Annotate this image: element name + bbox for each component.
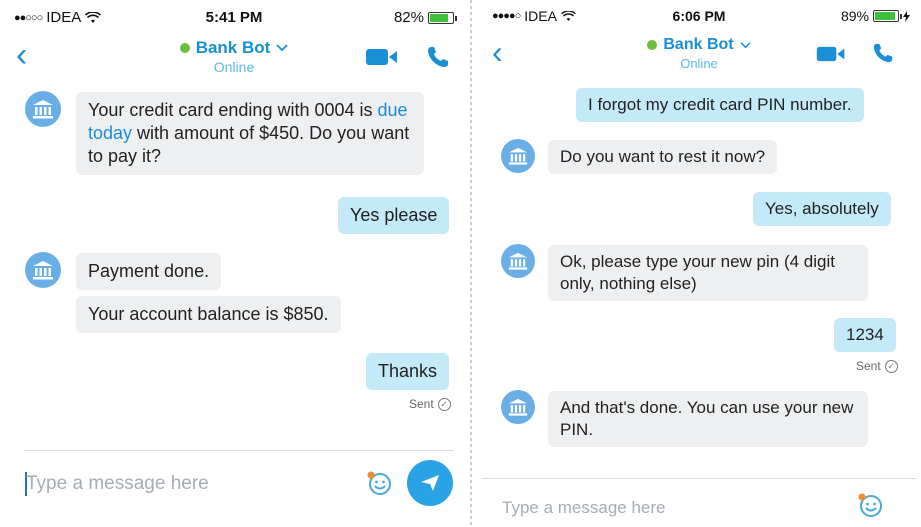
user-message-bubble: 1234 xyxy=(834,318,896,352)
message-text: Thanks xyxy=(378,361,438,381)
video-call-icon[interactable] xyxy=(816,46,846,62)
message-text: I forgot my credit card PIN number. xyxy=(588,95,852,114)
message-text: Ok, please type your new pin (4 digit on… xyxy=(560,252,835,293)
chat-title[interactable]: Bank Bot xyxy=(179,38,289,58)
bot-message-bubble: Your credit card ending with 0004 is due… xyxy=(76,92,424,175)
chat-header: ‹ Bank Bot Online xyxy=(482,30,916,80)
battery-fill xyxy=(875,12,895,20)
voice-call-icon[interactable] xyxy=(426,45,450,69)
message-text: Payment done. xyxy=(88,261,210,281)
battery-icon xyxy=(428,11,457,24)
send-arrow-icon xyxy=(421,475,439,491)
status-bar: ●●○○○ IDEA 5:41 PM 82% xyxy=(4,0,464,34)
bank-bot-avatar xyxy=(501,139,535,173)
check-circle-icon: ✓ xyxy=(884,359,898,373)
sent-label: Sent xyxy=(856,359,881,373)
bank-bot-avatar xyxy=(25,252,61,288)
bank-icon xyxy=(33,100,53,119)
chat-title[interactable]: Bank Bot xyxy=(647,36,751,54)
video-call-icon[interactable] xyxy=(366,48,398,66)
bot-name: Bank Bot xyxy=(195,38,271,57)
sent-status: Sent ✓ xyxy=(856,359,898,373)
message-text: And that's done. You can use your new PI… xyxy=(560,398,854,439)
bank-bot-avatar xyxy=(501,390,535,424)
sent-status: Sent ✓ xyxy=(409,397,451,411)
emoji-icon[interactable] xyxy=(366,470,392,496)
user-message-bubble: I forgot my credit card PIN number. xyxy=(576,88,864,122)
left-phone-screen: ●●○○○ IDEA 5:41 PM 82% ‹ Bank Bot Online… xyxy=(4,0,464,527)
bot-message-bubble: Your account balance is $850. xyxy=(76,296,341,333)
message-text: 1234 xyxy=(846,325,884,344)
right-phone-screen: ●●●●○ IDEA 6:06 PM 89% ‹ Bank Bot Online… xyxy=(482,0,916,527)
voice-call-icon[interactable] xyxy=(872,42,894,64)
message-text: Do you want to rest it now? xyxy=(560,147,766,166)
battery-percent: 82% xyxy=(393,9,424,26)
bot-message-bubble: Do you want to rest it now? xyxy=(548,140,778,174)
message-text: Yes please xyxy=(350,205,438,225)
bank-icon xyxy=(33,261,53,280)
bank-icon xyxy=(508,398,528,416)
chevron-down-icon xyxy=(276,44,288,52)
online-status-dot xyxy=(179,43,190,53)
message-text: Your account balance is $850. xyxy=(88,304,329,324)
message-text: Yes, absolutely xyxy=(765,199,879,218)
charging-bolt-icon xyxy=(903,10,910,22)
sent-label: Sent xyxy=(409,397,434,411)
status-bar: ●●●●○ IDEA 6:06 PM 89% xyxy=(482,0,916,30)
user-message-bubble: Yes please xyxy=(338,197,450,234)
user-message-bubble: Thanks xyxy=(366,353,450,390)
user-message-bubble: Yes, absolutely xyxy=(753,192,891,226)
message-input[interactable] xyxy=(502,495,802,521)
compose-divider xyxy=(482,478,916,479)
bot-name: Bank Bot xyxy=(663,36,734,53)
check-circle-icon: ✓ xyxy=(437,397,451,411)
message-text: with amount of $450. Do you want to pay … xyxy=(88,123,410,166)
battery-status: 82% xyxy=(393,9,457,26)
battery-fill xyxy=(430,13,449,22)
battery-percent: 89% xyxy=(840,8,869,24)
bank-icon xyxy=(508,147,528,165)
online-status-text: Online xyxy=(680,56,718,71)
chat-title-area[interactable]: Bank Bot Online xyxy=(482,36,916,71)
chevron-down-icon xyxy=(740,41,751,48)
online-status-dot xyxy=(647,40,658,50)
emoji-icon[interactable] xyxy=(857,492,883,518)
screenshot-divider xyxy=(466,0,476,527)
send-button[interactable] xyxy=(407,460,453,506)
message-text: Your credit card ending with 0004 is xyxy=(88,100,378,120)
battery-icon xyxy=(873,10,902,22)
bot-message-bubble: Payment done. xyxy=(76,253,222,290)
message-input[interactable] xyxy=(26,470,346,498)
bank-icon xyxy=(508,252,528,270)
chat-header: ‹ Bank Bot Online xyxy=(4,34,464,82)
bank-bot-avatar xyxy=(501,244,535,278)
compose-divider xyxy=(24,450,454,451)
bank-bot-avatar xyxy=(25,91,61,127)
bot-message-bubble: Ok, please type your new pin (4 digit on… xyxy=(548,245,868,301)
battery-status: 89% xyxy=(841,8,910,24)
bot-message-bubble: And that's done. You can use your new PI… xyxy=(548,391,868,447)
